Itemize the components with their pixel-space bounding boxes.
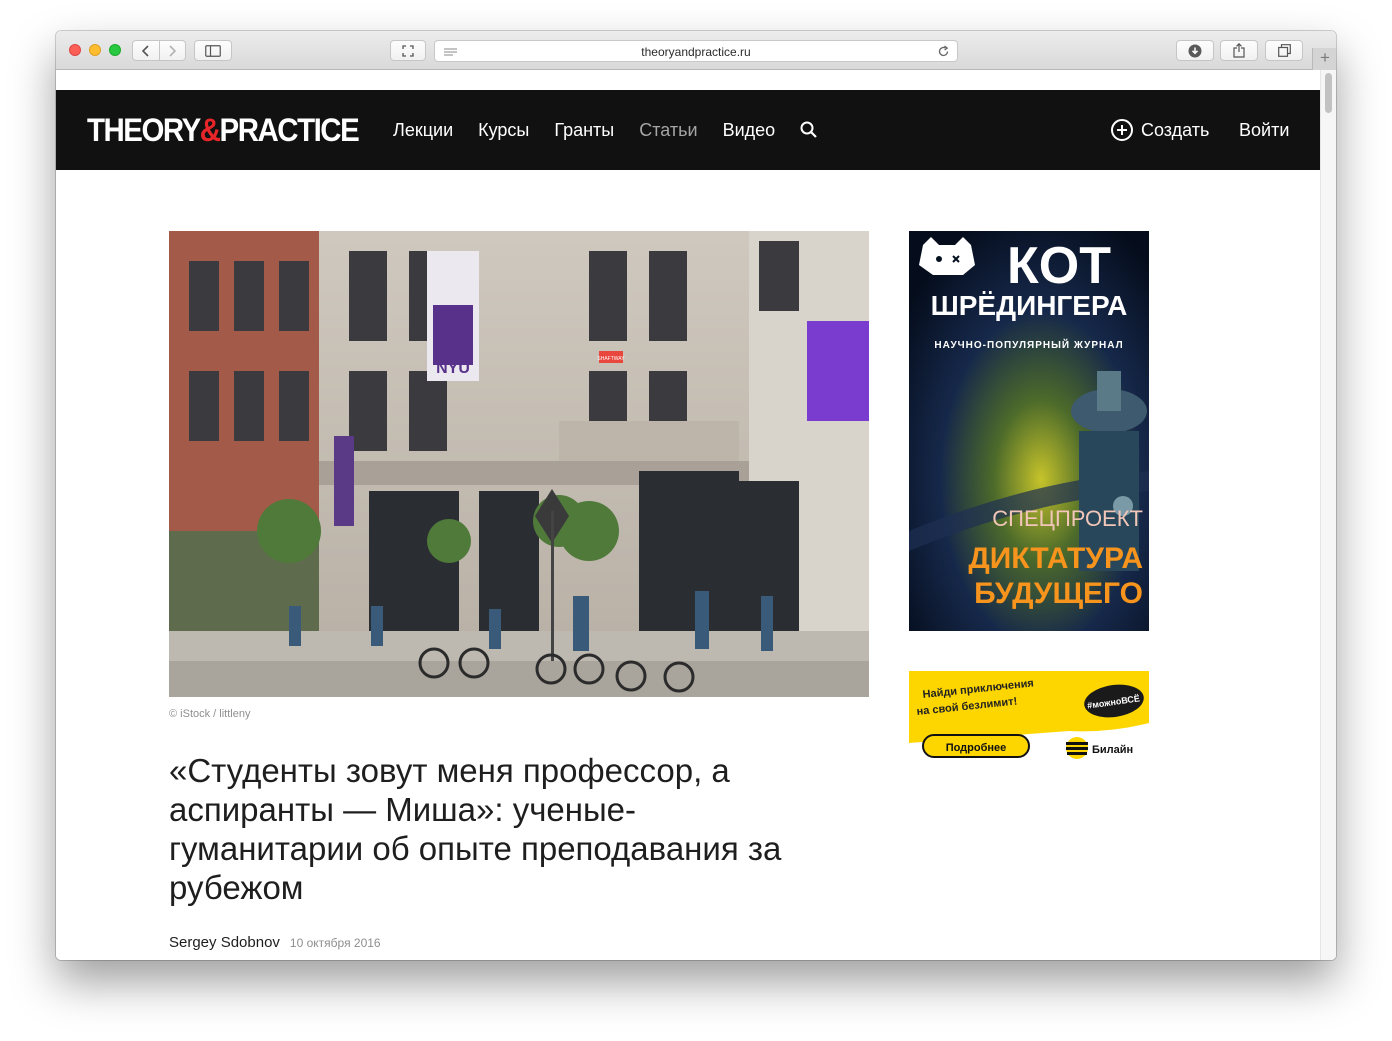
- share-icon: [1233, 43, 1245, 58]
- url-text: theoryandpractice.ru: [641, 45, 751, 59]
- site-logo[interactable]: THEORY&PRACTICE: [87, 112, 360, 148]
- create-label: Создать: [1141, 119, 1210, 140]
- kot-title: КОТ: [1007, 237, 1111, 295]
- nav-video[interactable]: Видео: [723, 120, 776, 141]
- author-link[interactable]: Sergey Sdobnov: [169, 934, 280, 951]
- byline: Sergey Sdobnov 10 октября 2016: [169, 934, 381, 951]
- image-caption: © iStock / littleny: [169, 708, 251, 720]
- beeline-ad[interactable]: Найди приключения на свой безлимит! #мож…: [909, 671, 1149, 761]
- login-link[interactable]: Войти: [1239, 90, 1289, 170]
- nyu-flag-text: NYU: [436, 360, 470, 377]
- publish-date: 10 октября 2016: [289, 936, 381, 950]
- share-button[interactable]: [1220, 40, 1258, 61]
- download-icon: [1188, 44, 1202, 57]
- tabs-icon: [1277, 44, 1291, 57]
- nav-grants[interactable]: Гранты: [554, 120, 614, 141]
- hero-image: NYU SHAFTWAY: [169, 231, 869, 697]
- logo-theory: THEORY: [87, 112, 201, 148]
- forward-button[interactable]: [158, 41, 186, 60]
- browser-toolbar: theoryandpractice.ru +: [56, 31, 1336, 70]
- beeline-logo-icon: [1066, 737, 1088, 759]
- reload-icon[interactable]: [937, 45, 950, 58]
- article-title: «Студенты зовут меня профессор, а аспира…: [169, 752, 782, 906]
- search-icon[interactable]: [800, 121, 818, 139]
- main-nav: Лекции Курсы Гранты Статьи Видео: [393, 90, 818, 170]
- sidebar-toggle-button[interactable]: [194, 40, 232, 61]
- new-tab-button[interactable]: +: [1312, 48, 1336, 70]
- beeline-more-button[interactable]: Подробнее: [946, 742, 1007, 754]
- back-button[interactable]: [133, 41, 159, 60]
- kot-shredingera-ad[interactable]: КОТ ШРЁДИНГЕРА НАУЧНО-ПОПУЛЯРНЫЙ ЖУРНАЛ …: [909, 231, 1149, 631]
- kot-tagline: НАУЧНО-ПОПУЛЯРНЫЙ ЖУРНАЛ: [934, 338, 1123, 351]
- browser-window: theoryandpractice.ru + THEORY&PRACTICE Л…: [56, 31, 1336, 960]
- address-bar[interactable]: theoryandpractice.ru: [434, 40, 958, 62]
- page-viewport: THEORY&PRACTICE Лекции Курсы Гранты Стат…: [56, 70, 1336, 960]
- sidebar-icon: [205, 44, 221, 57]
- zoom-window-button[interactable]: [109, 44, 121, 56]
- beeline-brand: Билайн: [1092, 744, 1133, 756]
- site-header: THEORY&PRACTICE Лекции Курсы Гранты Стат…: [56, 90, 1321, 170]
- minimize-window-button[interactable]: [89, 44, 101, 56]
- logo-ampersand: &: [199, 112, 221, 148]
- kot-subtitle: ШРЁДИНГЕРА: [931, 290, 1128, 321]
- scrollbar-thumb[interactable]: [1325, 73, 1332, 113]
- history-nav: [132, 40, 186, 61]
- chevron-left-icon: [141, 44, 149, 57]
- expand-icon: [402, 44, 414, 57]
- fullscreen-button[interactable]: [390, 40, 426, 61]
- page-scrollbar[interactable]: [1320, 70, 1336, 960]
- shaftway-sign-text: SHAFTWAY: [597, 356, 625, 362]
- create-button[interactable]: Создать: [1111, 90, 1209, 170]
- nav-lectures[interactable]: Лекции: [393, 120, 453, 141]
- nav-articles[interactable]: Статьи: [639, 120, 697, 141]
- nav-courses[interactable]: Курсы: [478, 120, 529, 141]
- kot-project-line2: БУДУЩЕГО: [974, 577, 1143, 610]
- chevron-right-icon: [169, 44, 177, 57]
- kot-special: СПЕЦПРОЕКТ: [992, 506, 1143, 531]
- plus-circle-icon: [1111, 119, 1133, 141]
- logo-practice: PRACTICE: [219, 112, 360, 148]
- tabs-overview-button[interactable]: [1265, 40, 1303, 61]
- downloads-button[interactable]: [1176, 40, 1214, 61]
- close-window-button[interactable]: [69, 44, 81, 56]
- kot-project-line1: ДИКТАТУРА: [968, 542, 1143, 575]
